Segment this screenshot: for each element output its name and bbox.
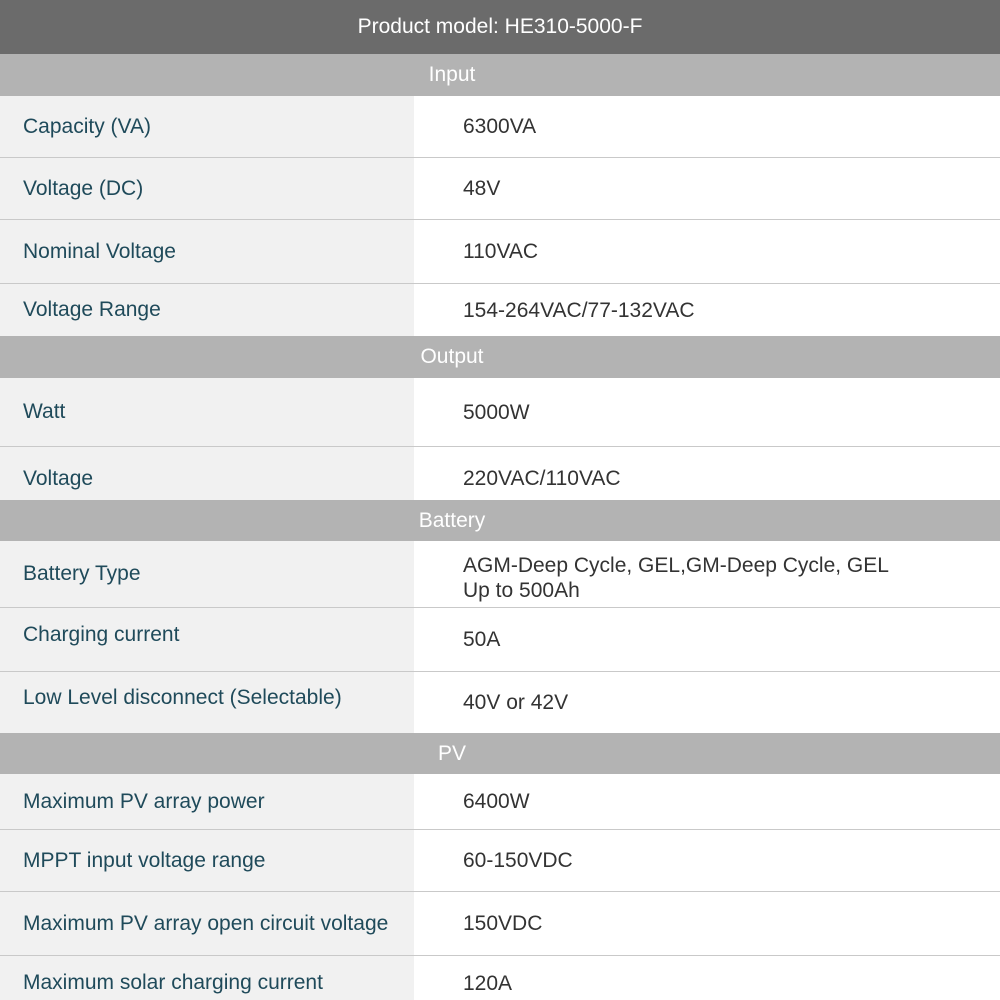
- spec-value: 150VDC: [463, 912, 543, 935]
- spec-value-cell: 5000W: [414, 378, 1000, 446]
- spec-value-cell: 154-264VAC/77-132VAC: [414, 284, 1000, 336]
- spec-value: 60-150VDC: [463, 849, 573, 872]
- spec-label: Charging current: [0, 608, 414, 671]
- spec-row: Battery Type AGM-Deep Cycle, GEL,GM-Deep…: [0, 541, 1000, 608]
- section-header-output: Output: [0, 336, 1000, 378]
- spec-label: Low Level disconnect (Selectable): [0, 672, 414, 733]
- product-title: Product model: HE310-5000-F: [357, 15, 643, 38]
- spec-value: 120A: [463, 971, 513, 995]
- spec-label: Watt: [0, 378, 414, 446]
- spec-row: Watt 5000W: [0, 378, 1000, 447]
- spec-value: 6400W: [463, 790, 530, 813]
- spec-label: Maximum PV array open circuit voltage: [0, 892, 414, 955]
- spec-value-cell: AGM-Deep Cycle, GEL,GM-Deep Cycle, GEL U…: [414, 541, 1000, 607]
- spec-row: Voltage 220VAC/110VAC: [0, 447, 1000, 500]
- spec-row: Capacity (VA) 6300VA: [0, 96, 1000, 158]
- spec-row: Charging current 50A: [0, 608, 1000, 672]
- spec-value: 40V or 42V: [463, 691, 569, 714]
- section-title: Output: [420, 345, 484, 368]
- product-title-bar: Product model: HE310-5000-F: [0, 0, 1000, 54]
- spec-value-cell: 110VAC: [414, 220, 1000, 283]
- section-title: Battery: [418, 508, 486, 532]
- spec-value-cell: 50A: [414, 608, 1000, 671]
- spec-label: Voltage: [0, 447, 414, 500]
- spec-value-secondary: Up to 500Ah: [463, 579, 580, 602]
- spec-value-cell: 6400W: [414, 774, 1000, 829]
- spec-value: 48V: [463, 177, 501, 200]
- section-header-battery: Battery: [0, 500, 1000, 541]
- spec-value: 110VAC: [463, 240, 539, 263]
- spec-value: 5000W: [463, 400, 530, 424]
- spec-row: Maximum PV array power 6400W: [0, 774, 1000, 830]
- spec-value: AGM-Deep Cycle, GEL,GM-Deep Cycle, GEL: [463, 554, 889, 577]
- spec-label: Battery Type: [0, 541, 414, 607]
- spec-value: 154-264VAC/77-132VAC: [463, 298, 695, 322]
- spec-value-cell: 120A: [414, 956, 1000, 1000]
- spec-value-cell: 6300VA: [414, 96, 1000, 157]
- spec-row: Voltage (DC) 48V: [0, 158, 1000, 220]
- section-title: PV: [437, 741, 466, 765]
- spec-label: Capacity (VA): [0, 96, 414, 157]
- spec-label: Nominal Voltage: [0, 220, 414, 283]
- spec-value-cell: 48V: [414, 158, 1000, 219]
- spec-sheet: Product model: HE310-5000-F Input Capaci…: [0, 0, 1000, 1000]
- spec-label: Maximum PV array power: [0, 774, 414, 829]
- spec-row: Nominal Voltage 110VAC: [0, 220, 1000, 284]
- spec-value: 50A: [463, 628, 501, 651]
- spec-value-cell: 60-150VDC: [414, 830, 1000, 891]
- section-header-pv: PV: [0, 733, 1000, 774]
- spec-value-cell: 40V or 42V: [414, 672, 1000, 733]
- spec-row: Maximum solar charging current 120A: [0, 956, 1000, 1000]
- spec-value: 220VAC/110VAC: [463, 467, 621, 490]
- section-title: Input: [428, 63, 476, 86]
- spec-value-cell: 220VAC/110VAC: [414, 447, 1000, 500]
- spec-row: Voltage Range 154-264VAC/77-132VAC: [0, 284, 1000, 336]
- spec-label: MPPT input voltage range: [0, 830, 414, 891]
- section-header-input: Input: [0, 54, 1000, 96]
- spec-label: Maximum solar charging current: [0, 956, 414, 1000]
- spec-row: Low Level disconnect (Selectable) 40V or…: [0, 672, 1000, 733]
- spec-label: Voltage (DC): [0, 158, 414, 219]
- spec-value: 6300VA: [463, 115, 537, 138]
- spec-label: Voltage Range: [0, 284, 414, 336]
- spec-row: Maximum PV array open circuit voltage 15…: [0, 892, 1000, 956]
- spec-value-cell: 150VDC: [414, 892, 1000, 955]
- spec-row: MPPT input voltage range 60-150VDC: [0, 830, 1000, 892]
